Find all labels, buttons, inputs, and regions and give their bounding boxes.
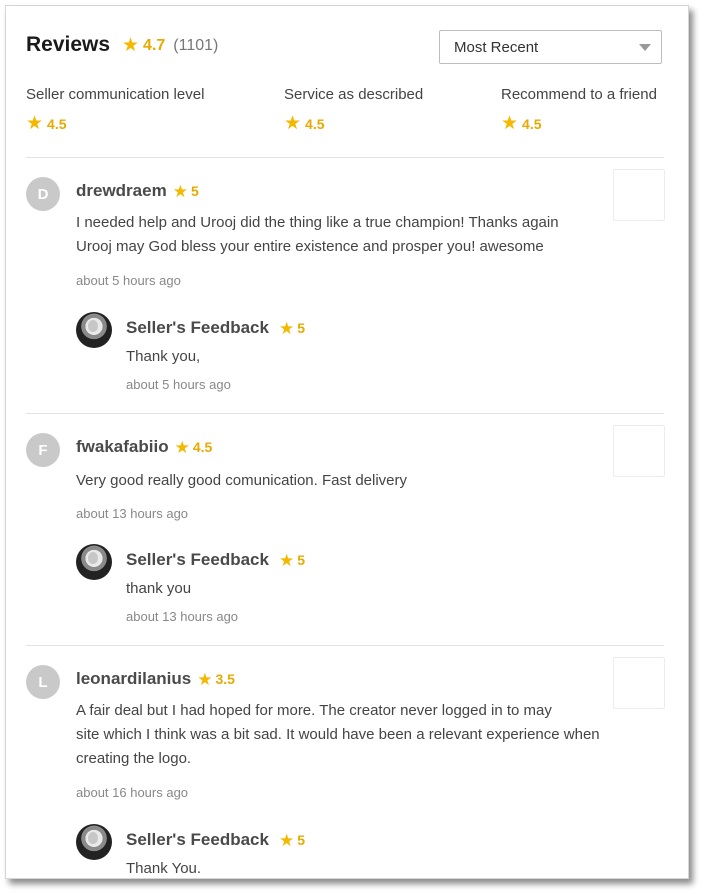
review-attachment-thumbnail[interactable] [613, 169, 665, 221]
seller-avatar [76, 824, 112, 860]
seller-feedback-rating: 5 [297, 320, 306, 336]
metric-value: 4.5 [522, 115, 542, 132]
metric-label: Recommend to a friend [501, 86, 657, 103]
star-icon: ★ [174, 437, 190, 457]
metric-label: Seller communication level [26, 86, 205, 103]
overall-rating-value: 4.7 [143, 36, 166, 54]
seller-feedback-text: thank you [126, 580, 192, 597]
review-text-line: Very good really good comunication. Fast… [76, 472, 408, 489]
reviews-panel: Reviews ★ 4.7 (1101) Most Recent Seller … [5, 5, 689, 879]
star-icon: ★ [501, 113, 519, 134]
review-username[interactable]: leonardilanius [76, 669, 191, 689]
star-icon: ★ [172, 181, 188, 201]
star-icon: ★ [26, 113, 44, 134]
seller-feedback-title: Seller's Feedback [126, 830, 269, 849]
review-time: about 13 hours ago [76, 506, 189, 521]
star-icon: ★ [278, 550, 295, 570]
overall-rating: ★ 4.7 (1101) [122, 36, 218, 55]
seller-feedback-title: Seller's Feedback [126, 318, 269, 337]
review-text-line: site which I think was a bit sad. It wou… [76, 726, 600, 743]
review-time: about 16 hours ago [76, 785, 189, 800]
review-time: about 5 hours ago [76, 273, 181, 288]
reviews-title: Reviews [26, 33, 111, 56]
metric-value: 4.5 [305, 115, 325, 132]
chevron-down-icon [639, 44, 651, 51]
review-rating: 3.5 [215, 671, 235, 687]
sort-dropdown[interactable]: Most Recent [439, 30, 662, 64]
star-icon: ★ [122, 35, 140, 56]
metric-service: Service as described ★ 4.5 [284, 86, 423, 133]
reviews-header: Reviews ★ 4.7 (1101) Most Recent [26, 30, 664, 70]
review-rating: 4.5 [192, 439, 213, 455]
seller-feedback-rating: 5 [297, 832, 306, 848]
review-attachment-thumbnail[interactable] [613, 425, 665, 477]
review-count: (1101) [173, 36, 219, 54]
divider [26, 413, 664, 414]
divider [26, 645, 664, 646]
review-text-line: A fair deal but I had hoped for more. Th… [76, 702, 552, 719]
review-text: A fair deal but I had hoped for more. Th… [76, 699, 636, 771]
review-username[interactable]: fwakafabiio [76, 437, 169, 457]
metric-value: 4.5 [47, 115, 67, 132]
star-icon: ★ [278, 318, 295, 338]
sort-selected-value: Most Recent [454, 39, 539, 56]
star-icon: ★ [197, 669, 213, 689]
seller-feedback-text: Thank You. [126, 860, 202, 877]
review-username[interactable]: drewdraem [76, 181, 167, 201]
metric-recommend: Recommend to a friend ★ 4.5 [501, 86, 657, 133]
seller-feedback-time: about 5 hours ago [126, 377, 231, 392]
seller-feedback-text: Thank you, [126, 348, 201, 365]
review-text: Very good really good comunication. Fast… [76, 469, 636, 493]
avatar: D [26, 177, 60, 211]
review-text: I needed help and Urooj did the thing li… [76, 211, 636, 259]
seller-feedback-rating: 5 [297, 552, 306, 568]
seller-feedback-time: about 13 hours ago [126, 609, 239, 624]
star-icon: ★ [284, 113, 302, 134]
review-text-line: Urooj may God bless your entire existenc… [76, 238, 544, 255]
divider [26, 157, 664, 158]
rating-metrics: Seller communication level ★ 4.5 Service … [26, 86, 664, 142]
avatar: L [26, 665, 60, 699]
seller-feedback-title: Seller's Feedback [126, 550, 269, 569]
avatar: F [26, 433, 60, 467]
review-text-line: creating the logo. [76, 750, 192, 767]
review-rating: 5 [190, 183, 199, 199]
metric-communication: Seller communication level ★ 4.5 [26, 86, 204, 133]
review-text-line: I needed help and Urooj did the thing li… [76, 214, 559, 231]
metric-label: Service as described [284, 86, 424, 103]
star-icon: ★ [278, 830, 295, 850]
seller-avatar [76, 544, 112, 580]
review-attachment-thumbnail[interactable] [613, 657, 665, 709]
seller-avatar [76, 312, 112, 348]
